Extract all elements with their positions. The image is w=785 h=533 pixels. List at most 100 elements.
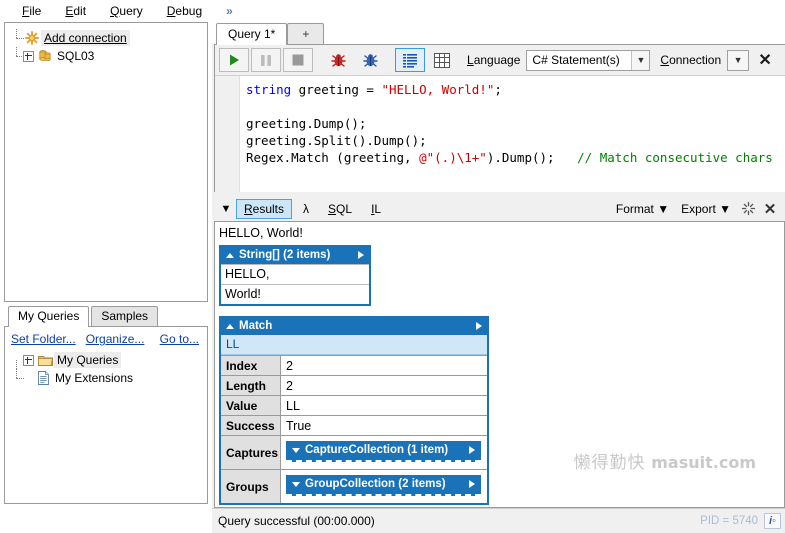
collapse-icon: [226, 253, 234, 258]
go-to-link[interactable]: Go to...: [160, 332, 199, 346]
table-row: Captures CaptureCollection (1 item): [221, 435, 487, 469]
tab-query-1[interactable]: Query 1*: [216, 23, 287, 45]
row-value: GroupCollection (2 items): [281, 470, 487, 503]
language-select[interactable]: C# Statement(s) ▼: [526, 50, 650, 71]
data-grid-results-icon[interactable]: [427, 48, 457, 72]
server-label[interactable]: SQL03: [54, 48, 97, 64]
row-key: Length: [221, 376, 281, 395]
add-connection-link[interactable]: Add connection: [41, 30, 130, 46]
row-value: LL: [281, 396, 487, 415]
expand-right-icon[interactable]: [476, 322, 482, 330]
tree-row-my-queries[interactable]: My Queries: [9, 351, 203, 369]
results-output[interactable]: HELLO, World! String[] (2 items) HELLO, …: [214, 221, 785, 508]
menu-overflow-icon[interactable]: »: [226, 4, 233, 18]
code-editor[interactable]: string greeting = "HELLO, World!"; greet…: [215, 76, 785, 192]
chevron-down-icon[interactable]: ▼: [216, 199, 236, 219]
connection-label: Connection: [652, 53, 725, 67]
row-key: Groups: [221, 470, 281, 503]
tree-indent: [9, 369, 23, 387]
menu-item-file[interactable]: File: [10, 2, 53, 20]
right-pane: Query 1* +: [212, 22, 785, 508]
tab-sql[interactable]: SQL: [320, 199, 360, 219]
tab-results[interactable]: Results: [236, 199, 292, 219]
database-icon: [36, 47, 54, 65]
rich-text-results-icon[interactable]: [395, 48, 425, 72]
match-subheader: LL: [221, 335, 487, 355]
tab-samples[interactable]: Samples: [91, 306, 158, 326]
red-bug-icon[interactable]: [323, 48, 353, 72]
info-badge[interactable]: i◦: [764, 513, 781, 529]
expand-server-icon[interactable]: [23, 51, 34, 62]
menu-item-debug[interactable]: Debug: [155, 2, 214, 20]
match-title: Match: [239, 320, 272, 332]
menu-item-edit[interactable]: Edit: [53, 2, 98, 20]
group-collection-pill[interactable]: GroupCollection (2 items): [286, 475, 481, 496]
sunburst-icon: [23, 29, 41, 47]
query-toolbar: Language C# Statement(s) ▼ Connection ▼ …: [215, 45, 785, 76]
language-label: Language: [459, 53, 524, 67]
tab-lambda[interactable]: λ: [295, 199, 317, 219]
tree-row-my-extensions[interactable]: My Extensions: [9, 369, 203, 387]
tree-row-server[interactable]: SQL03: [9, 47, 203, 65]
match-header[interactable]: Match: [221, 318, 487, 335]
capture-collection-pill[interactable]: CaptureCollection (1 item): [286, 441, 481, 462]
results-toolbar: ▼ Results λ SQL IL Format ▼ Export ▼: [214, 196, 785, 221]
status-pid: PID = 5740: [700, 515, 764, 527]
my-extensions-node-label[interactable]: My Extensions: [52, 370, 136, 386]
queries-links: Set Folder... Organize... Go to...: [5, 327, 207, 349]
tab-my-queries[interactable]: My Queries: [8, 306, 89, 327]
table-row: World!: [221, 284, 369, 304]
stop-button[interactable]: [283, 48, 313, 72]
run-button[interactable]: [219, 48, 249, 72]
watermark-en: masuit.com: [651, 453, 756, 472]
table-row: Success True: [221, 415, 487, 435]
expand-icon: [292, 448, 300, 453]
chevron-down-icon: ▼: [631, 51, 649, 70]
close-results-button[interactable]: ✕: [759, 199, 781, 219]
table-row: Value LL: [221, 395, 487, 415]
connections-panel: Add connection: [4, 22, 208, 302]
tree-row-add-connection[interactable]: Add connection: [9, 29, 203, 47]
blue-bug-icon[interactable]: [355, 48, 385, 72]
expand-my-queries-icon[interactable]: [23, 355, 34, 366]
query-editor-frame: Language C# Statement(s) ▼ Connection ▼ …: [214, 44, 785, 192]
my-queries-node-label[interactable]: My Queries: [54, 352, 121, 368]
table-row: HELLO,: [221, 264, 369, 284]
document-icon: [34, 369, 52, 387]
format-menu[interactable]: Format ▼: [610, 200, 675, 218]
close-query-button[interactable]: ✕: [753, 48, 777, 72]
left-pane: Add connection: [0, 22, 212, 508]
string-array-header[interactable]: String[] (2 items): [221, 247, 369, 264]
table-row: Length 2: [221, 375, 487, 395]
linqpad-window: File Edit Query Debug »: [0, 0, 785, 532]
watermark-cn: 懒得勤快: [574, 453, 646, 472]
code-text[interactable]: string greeting = "HELLO, World!"; greet…: [240, 76, 785, 192]
tab-il[interactable]: IL: [363, 199, 389, 219]
main-split: Add connection: [0, 22, 785, 508]
status-message: Query successful (00:00.000): [212, 514, 375, 528]
expand-right-icon[interactable]: [469, 446, 475, 454]
collapse-icon: [226, 324, 234, 329]
pause-button[interactable]: [251, 48, 281, 72]
expand-right-icon[interactable]: [358, 251, 364, 259]
export-menu[interactable]: Export ▼: [675, 200, 737, 218]
menu-item-query[interactable]: Query: [98, 2, 155, 20]
language-value: C# Statement(s): [532, 53, 631, 67]
row-key: Captures: [221, 436, 281, 469]
string-array-dump: String[] (2 items) HELLO, World!: [219, 245, 371, 306]
status-bar: Query successful (00:00.000) PID = 5740 …: [212, 508, 785, 533]
string-array-title: String[] (2 items): [239, 249, 330, 261]
expand-right-icon[interactable]: [469, 480, 475, 488]
spinner-icon[interactable]: [737, 199, 759, 219]
organize-link[interactable]: Organize...: [86, 332, 145, 346]
row-value: 2: [281, 376, 487, 395]
tree-indent: [9, 29, 23, 47]
queries-tabstrip: My Queries Samples: [4, 306, 208, 326]
set-folder-link[interactable]: Set Folder...: [11, 332, 76, 346]
bottom-bar: Query successful (00:00.000) PID = 5740 …: [0, 508, 785, 532]
my-queries-panel: My Queries Samples Set Folder... Organiz…: [0, 302, 212, 508]
row-key: Success: [221, 416, 281, 435]
connection-select[interactable]: ▼: [727, 50, 749, 71]
expand-icon: [292, 482, 300, 487]
new-query-tab-button[interactable]: +: [287, 23, 324, 44]
